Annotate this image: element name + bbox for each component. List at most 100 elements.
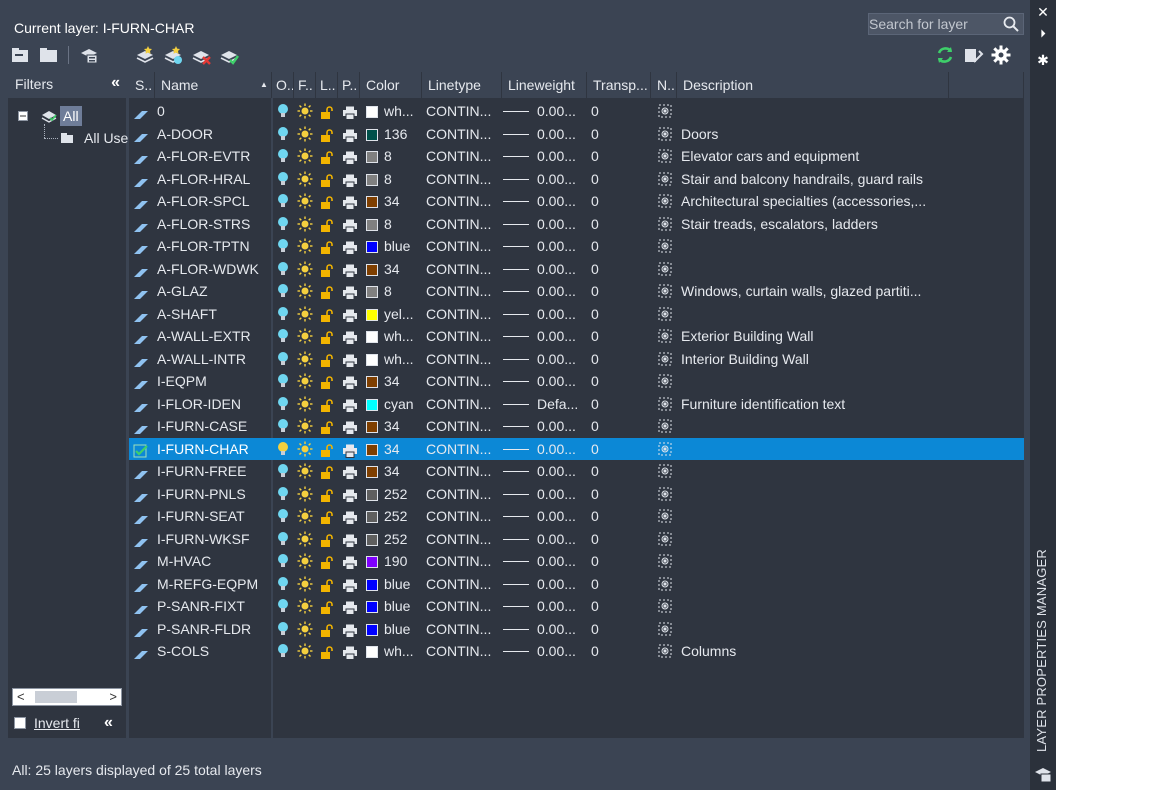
delete-layer-icon[interactable] (190, 44, 212, 66)
set-current-icon[interactable] (218, 44, 240, 66)
layer-linetype[interactable]: CONTIN... (426, 100, 502, 122)
layer-transparency[interactable]: 0 (591, 483, 651, 505)
layer-lineweight[interactable]: 0.00... (503, 100, 587, 122)
layer-name[interactable]: I-FURN-WKSF (157, 528, 269, 550)
layer-color[interactable]: 252 (366, 528, 422, 550)
layer-row[interactable]: A-FLOR-TPTN blue CONTIN... 0.00... 0 (129, 235, 1024, 258)
layer-row[interactable]: I-FURN-FREE 34 CONTIN... 0.00... 0 (129, 460, 1024, 483)
layer-linetype[interactable]: CONTIN... (426, 460, 502, 482)
layer-color[interactable]: 34 (366, 438, 422, 460)
layer-linetype[interactable]: CONTIN... (426, 505, 502, 527)
layer-color[interactable]: wh... (366, 640, 422, 662)
column-header[interactable]: O.. (272, 72, 294, 98)
layer-color[interactable]: 252 (366, 505, 422, 527)
on-off-bulb-icon[interactable] (277, 643, 289, 665)
layer-linetype[interactable]: CONTIN... (426, 573, 502, 595)
layer-transparency[interactable]: 0 (591, 438, 651, 460)
layer-transparency[interactable]: 0 (591, 618, 651, 640)
layer-color[interactable]: blue (366, 595, 422, 617)
layer-description[interactable] (681, 100, 951, 122)
layer-color[interactable]: wh... (366, 325, 422, 347)
layer-transparency[interactable]: 0 (591, 393, 651, 415)
layer-description[interactable] (681, 370, 951, 392)
layer-description[interactable]: Columns (681, 640, 951, 662)
layer-row[interactable]: A-FLOR-STRS 8 CONTIN... 0.00... 0 Stair tread… (129, 213, 1024, 236)
layer-color[interactable]: wh... (366, 348, 422, 370)
layer-lineweight[interactable]: 0.00... (503, 235, 587, 257)
layer-name[interactable]: I-FURN-FREE (157, 460, 269, 482)
new-layer-icon[interactable] (134, 44, 156, 66)
search-icon[interactable] (1002, 15, 1020, 33)
scroll-right-icon[interactable]: > (109, 689, 117, 705)
collapse-filters-bottom-icon[interactable]: « (104, 714, 113, 732)
layer-row[interactable]: P-SANR-FIXT blue CONTIN... 0.00... 0 (129, 595, 1024, 618)
layer-lineweight[interactable]: 0.00... (503, 123, 587, 145)
layer-lineweight[interactable]: 0.00... (503, 573, 587, 595)
layer-transparency[interactable]: 0 (591, 303, 651, 325)
layer-row[interactable]: A-FLOR-WDWK 34 CONTIN... 0.00... 0 (129, 258, 1024, 281)
layer-name[interactable]: I-EQPM (157, 370, 269, 392)
layer-description[interactable]: Elevator cars and equipment (681, 145, 951, 167)
refresh-icon[interactable] (934, 44, 956, 66)
layer-description[interactable] (681, 528, 951, 550)
column-header[interactable]: Color (360, 72, 422, 98)
layer-transparency[interactable]: 0 (591, 528, 651, 550)
layer-lineweight[interactable]: 0.00... (503, 415, 587, 437)
search-input[interactable] (869, 14, 999, 34)
layer-linetype[interactable]: CONTIN... (426, 415, 502, 437)
layer-description[interactable] (681, 505, 951, 527)
layer-description[interactable]: Stair and balcony handrails, guard rails (681, 168, 951, 190)
layer-transparency[interactable]: 0 (591, 595, 651, 617)
layer-row[interactable]: A-GLAZ 8 CONTIN... 0.00... 0 Windows, curtain… (129, 280, 1024, 303)
layer-linetype[interactable]: CONTIN... (426, 595, 502, 617)
layer-color[interactable]: 8 (366, 213, 422, 235)
layer-lineweight[interactable]: 0.00... (503, 280, 587, 302)
new-vp-freeze-icon[interactable] (657, 643, 673, 665)
layer-name[interactable]: I-FURN-SEAT (157, 505, 269, 527)
layer-lineweight[interactable]: 0.00... (503, 370, 587, 392)
column-header[interactable]: Transp... (587, 72, 651, 98)
column-header[interactable]: Name (155, 72, 272, 98)
layer-transparency[interactable]: 0 (591, 415, 651, 437)
layer-row[interactable]: I-FURN-PNLS 252 CONTIN... 0.00... 0 (129, 483, 1024, 506)
layer-lineweight[interactable]: 0.00... (503, 618, 587, 640)
layer-linetype[interactable]: CONTIN... (426, 303, 502, 325)
layer-lineweight[interactable]: 0.00... (503, 213, 587, 235)
layer-linetype[interactable]: CONTIN... (426, 123, 502, 145)
layer-lineweight[interactable]: 0.00... (503, 505, 587, 527)
layer-transparency[interactable]: 0 (591, 280, 651, 302)
layer-linetype[interactable]: CONTIN... (426, 550, 502, 572)
layer-lineweight[interactable]: 0.00... (503, 303, 587, 325)
layer-transparency[interactable]: 0 (591, 100, 651, 122)
layer-color[interactable]: 8 (366, 145, 422, 167)
layer-color[interactable]: cyan (366, 393, 422, 415)
layer-name[interactable]: A-WALL-INTR (157, 348, 269, 370)
layer-linetype[interactable]: CONTIN... (426, 438, 502, 460)
layer-row[interactable]: I-FURN-WKSF 252 CONTIN... 0.00... 0 (129, 528, 1024, 551)
filter-tree-item-all[interactable]: All (18, 106, 128, 126)
layer-lineweight[interactable]: 0.00... (503, 168, 587, 190)
layer-lineweight[interactable]: 0.00... (503, 528, 587, 550)
layer-description[interactable] (681, 573, 951, 595)
layer-row[interactable]: I-FURN-CASE 34 CONTIN... 0.00... 0 (129, 415, 1024, 438)
layer-name[interactable]: I-FLOR-IDEN (157, 393, 269, 415)
layer-name[interactable]: A-FLOR-TPTN (157, 235, 269, 257)
layer-transparency[interactable]: 0 (591, 258, 651, 280)
layer-name[interactable]: P-SANR-FIXT (157, 595, 269, 617)
layer-description[interactable] (681, 415, 951, 437)
layer-description[interactable]: Windows, curtain walls, glazed partiti..… (681, 280, 951, 302)
layer-row[interactable]: A-WALL-INTR wh... CONTIN... 0.00... 0 Interio… (129, 348, 1024, 371)
layer-linetype[interactable]: CONTIN... (426, 168, 502, 190)
layer-row[interactable]: I-FURN-CHAR 34 CONTIN... 0.00... 0 (129, 437, 1024, 460)
layer-description[interactable] (681, 303, 951, 325)
layer-row[interactable]: M-HVAC 190 CONTIN... 0.00... 0 (129, 550, 1024, 573)
layer-linetype[interactable]: CONTIN... (426, 348, 502, 370)
unlock-icon[interactable] (320, 644, 334, 666)
layer-lineweight[interactable]: 0.00... (503, 348, 587, 370)
layer-linetype[interactable]: CONTIN... (426, 235, 502, 257)
layer-description[interactable] (681, 550, 951, 572)
layer-name[interactable]: A-FLOR-HRAL (157, 168, 269, 190)
layer-linetype[interactable]: CONTIN... (426, 325, 502, 347)
layer-name[interactable]: A-GLAZ (157, 280, 269, 302)
layer-name[interactable]: I-FURN-CASE (157, 415, 269, 437)
